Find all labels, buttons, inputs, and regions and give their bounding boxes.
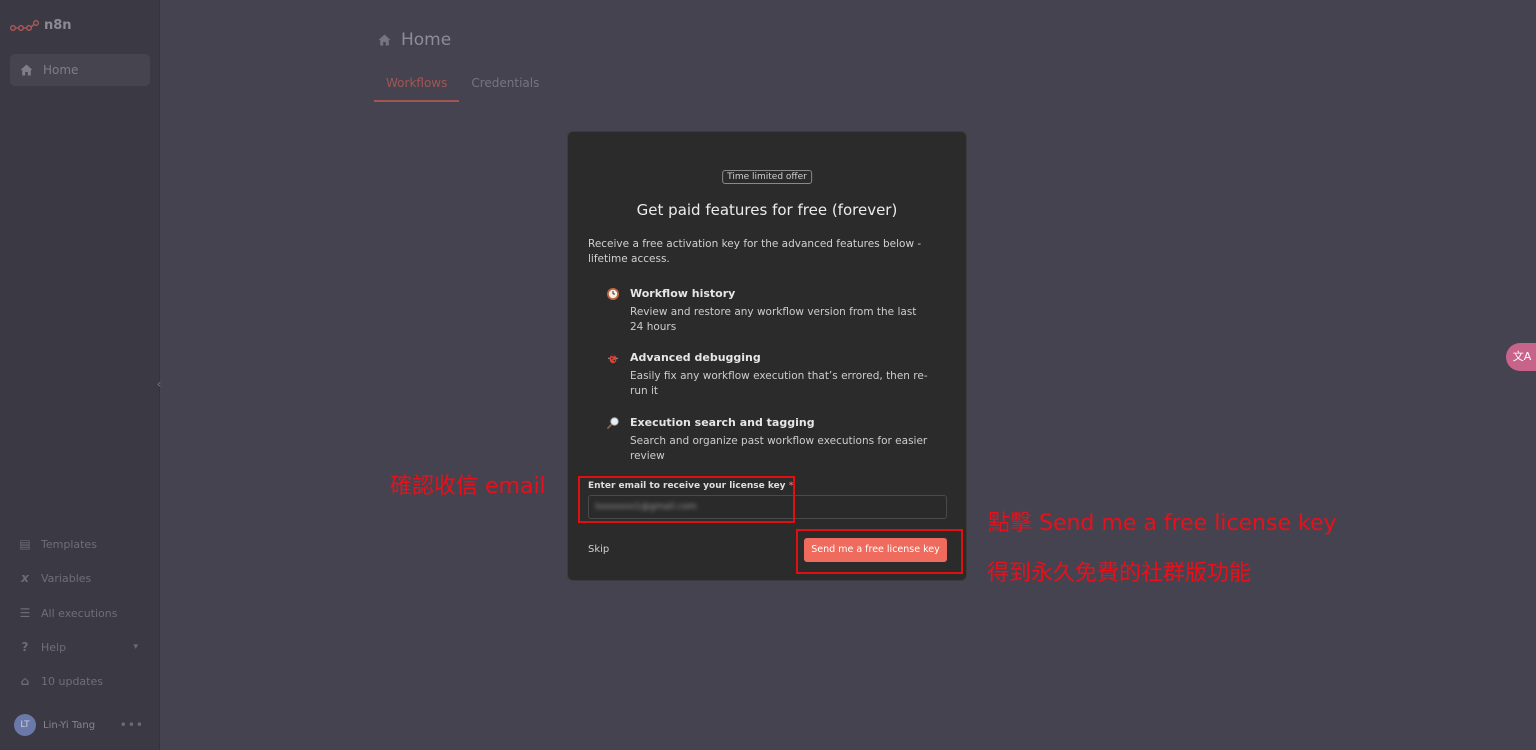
modal-description: Receive a free activation key for the ad…	[588, 238, 922, 265]
tab-credentials[interactable]: Credentials	[459, 76, 551, 102]
feature-title: Workflow history	[630, 287, 736, 300]
user-name: Lin-Yi Tang	[43, 719, 96, 731]
home-icon	[20, 64, 33, 76]
feature-description: Search and organize past workflow execut…	[630, 435, 928, 462]
box-icon: ▤	[19, 537, 31, 551]
page-title: Home	[378, 30, 451, 50]
annotation-confirm-email: 確認收信 email	[390, 474, 546, 499]
n8n-logo[interactable]: n8n	[10, 18, 72, 33]
feature-execution-search: Execution search and tagging Search and …	[605, 416, 927, 464]
tab-workflows[interactable]: Workflows	[374, 76, 460, 102]
collapse-sidebar-button[interactable]: ‹	[152, 376, 166, 392]
annotation-box-email	[578, 476, 795, 523]
sidebar-item-label: 10 updates	[41, 674, 103, 688]
feature-workflow-history: Workflow history Review and restore any …	[605, 287, 925, 335]
sidebar-item-label: Home	[43, 63, 79, 77]
sidebar-item-updates[interactable]: ⌂ 10 updates	[18, 674, 138, 688]
variable-icon: x	[21, 571, 29, 585]
clock-icon	[605, 287, 621, 303]
time-limited-badge: Time limited offer	[722, 170, 812, 184]
feature-title: Advanced debugging	[630, 351, 761, 364]
sidebar-item-label: All executions	[41, 606, 118, 620]
sidebar: n8n Home ▤ Templates x Variables ☰ All e…	[0, 0, 160, 750]
sidebar-item-label: Variables	[41, 571, 92, 585]
feature-advanced-debugging: Advanced debugging Easily fix any workfl…	[605, 351, 928, 399]
home-icon	[378, 34, 391, 46]
annotation-click-send: 點擊 Send me a free license key	[988, 511, 1337, 536]
more-options-icon[interactable]: •••	[120, 718, 144, 732]
translate-button[interactable]: 文A	[1506, 343, 1536, 371]
sidebar-item-help[interactable]: ? Help ▾	[18, 640, 138, 654]
feature-title: Execution search and tagging	[630, 416, 815, 429]
feature-description: Easily fix any workflow execution that’s…	[630, 370, 928, 397]
app-name: n8n	[44, 18, 72, 33]
n8n-logo-icon	[10, 19, 39, 31]
modal-title: Get paid features for free (forever)	[636, 201, 898, 219]
feature-description: Review and restore any workflow version …	[630, 306, 917, 333]
skip-button[interactable]: Skip	[588, 544, 609, 555]
bug-icon	[605, 351, 621, 367]
sidebar-item-label: Help	[41, 640, 67, 654]
annotation-box-send	[796, 529, 963, 574]
page-title-text: Home	[401, 30, 452, 50]
user-menu[interactable]: LT Lin-Yi Tang •••	[14, 714, 144, 736]
avatar: LT	[14, 714, 36, 736]
chevron-down-icon: ▾	[133, 642, 138, 652]
sidebar-item-templates[interactable]: ▤ Templates	[18, 537, 138, 551]
sidebar-item-home[interactable]: Home	[10, 54, 150, 86]
sidebar-item-label: Templates	[41, 537, 97, 551]
magnifier-icon	[605, 416, 621, 432]
sidebar-item-all-executions[interactable]: ☰ All executions	[18, 606, 138, 620]
annotation-get-free: 得到永久免費的社群版功能	[987, 561, 1252, 586]
list-icon: ☰	[19, 606, 31, 620]
sidebar-item-variables[interactable]: x Variables	[18, 571, 138, 585]
tab-bar: Workflows Credentials	[374, 76, 551, 102]
gift-icon: ⌂	[20, 674, 30, 688]
help-icon: ?	[21, 640, 29, 654]
